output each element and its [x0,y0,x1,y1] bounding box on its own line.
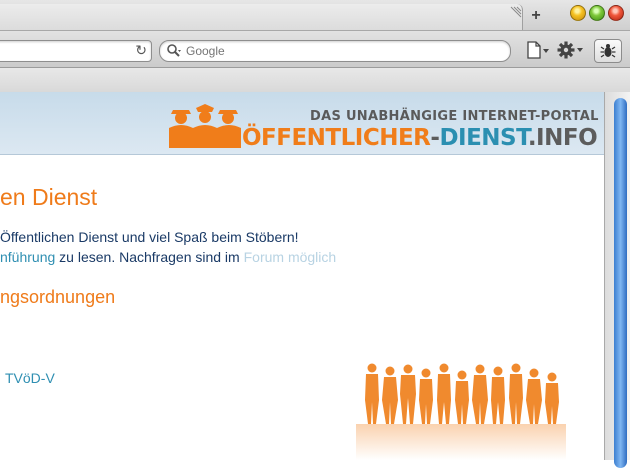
new-tab-icon[interactable]: + [526,6,546,26]
address-bar[interactable]: ↻ [0,40,152,62]
scrollbar-thumb[interactable] [614,98,627,468]
reload-icon[interactable]: ↻ [135,42,147,59]
intro-link[interactable]: nführung [0,249,55,265]
site-header: DAS UNABHÄNGIGE INTERNET-PORTAL ÖFFENTLI… [0,92,604,155]
search-input[interactable] [186,42,486,60]
page-menu-button[interactable] [526,40,550,60]
bug-icon [600,44,616,58]
forum-link[interactable]: Forum möglich [244,249,337,265]
active-tab[interactable] [0,4,523,30]
brand-part-2: DIENST [439,125,528,151]
logo-people-icon [169,104,241,148]
bookmarks-bar [0,68,630,92]
settings-menu-button[interactable] [557,40,585,60]
intro-text-middle: zu lesen. Nachfragen sind im [55,249,244,265]
browser-toolbar: ↻ [0,31,630,68]
bug-report-button[interactable] [594,39,622,63]
people-silhouettes-icon [356,363,566,460]
vertical-scrollbar[interactable] [604,92,630,468]
site-tagline: DAS UNABHÄNGIGE INTERNET-PORTAL [310,109,599,124]
search-icon[interactable] [166,43,182,59]
search-bar[interactable] [159,40,511,62]
zoom-button[interactable] [589,5,605,21]
brand-part-1: ÖFFENTLICHER [242,125,431,151]
close-button[interactable] [608,5,624,21]
site-logo-text[interactable]: ÖFFENTLICHER-DIENST.INFO [242,125,598,151]
gear-icon [557,41,583,59]
page-content: DAS UNABHÄNGIGE INTERNET-PORTAL ÖFFENTLI… [0,92,604,460]
page-title: en Dienst [0,184,98,210]
tab-resize-icon[interactable] [508,6,522,20]
intro-text: nführung zu lesen. Nachfragen sind im Fo… [0,249,336,265]
welcome-text: Öffentlichen Dienst und viel Spaß beim S… [0,229,299,245]
brand-part-3: .INFO [527,125,598,151]
page-menu-icon [527,41,549,59]
window-titlebar: + [0,0,630,31]
tvod-link[interactable]: TVöD-V [5,370,55,386]
minimize-button[interactable] [570,5,586,21]
section-heading: ngsordnungen [0,287,116,307]
